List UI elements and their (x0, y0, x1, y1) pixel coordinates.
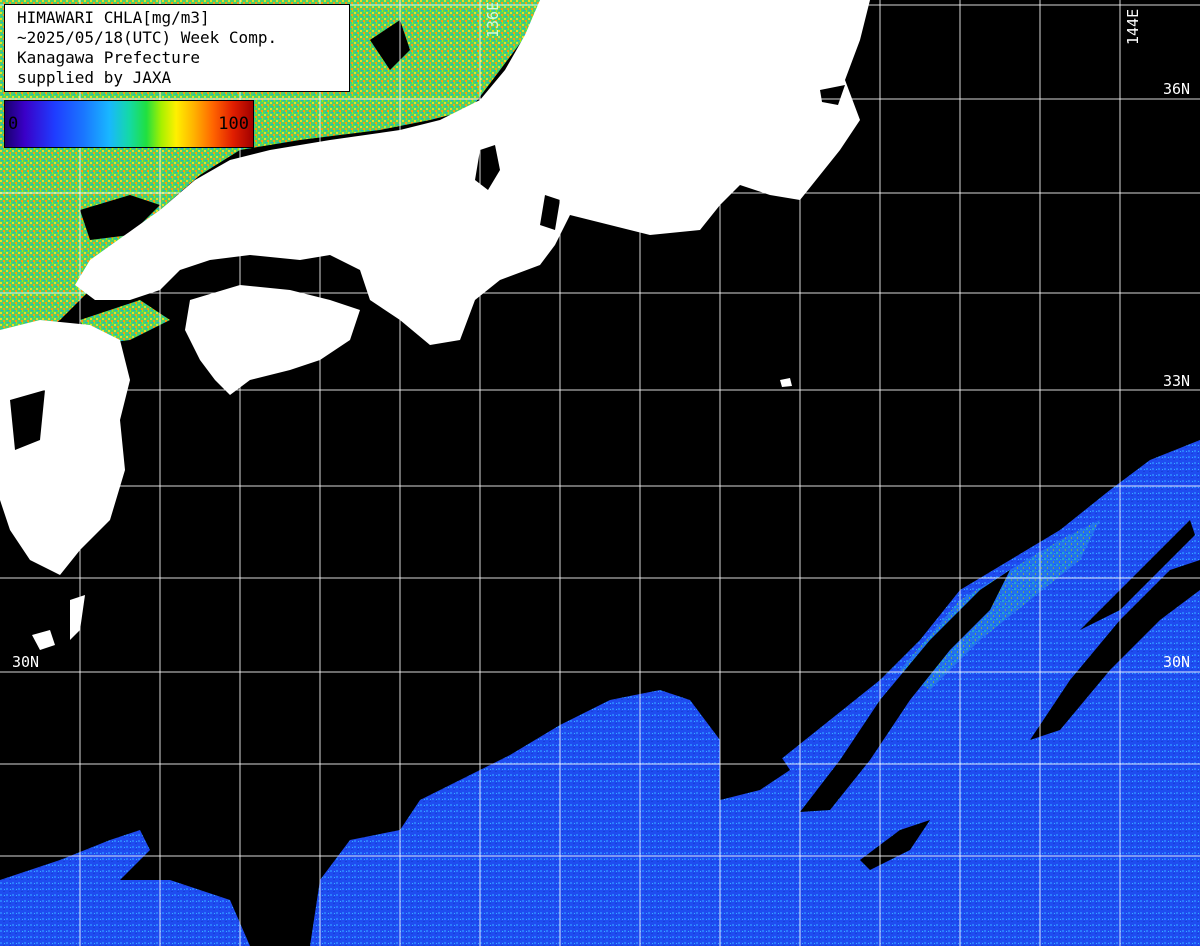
info-date: ~2025/05/18(UTC) Week Comp. (17, 28, 278, 47)
colorbar: 0 100 (4, 100, 254, 148)
lon-label-144e: 144E (1124, 8, 1142, 45)
lat-label-33-left: 33 (8, 372, 27, 390)
lat-label-30n-left: 30N (12, 653, 40, 671)
chlorophyll-map: HIMAWARI CHLA[mg/m3] ~2025/05/18(UTC) We… (0, 0, 1200, 946)
info-title: HIMAWARI CHLA[mg/m3] (17, 8, 210, 27)
colorbar-min-label: 0 (8, 114, 19, 134)
lat-label-36n: 36N (1163, 80, 1191, 98)
land-shikoku (185, 285, 360, 395)
info-box: HIMAWARI CHLA[mg/m3] ~2025/05/18(UTC) We… (4, 4, 350, 92)
land-tanegashima (70, 595, 85, 640)
land-yakushima (32, 630, 55, 650)
lat-label-33n: 33N (1163, 372, 1191, 390)
colorbar-max-label: 100 (218, 114, 249, 134)
lat-label-30n-right: 30N (1163, 653, 1191, 671)
ocean-data-south (0, 830, 250, 946)
lon-label-136e: 136E (484, 1, 502, 38)
info-region: Kanagawa Prefecture (17, 48, 201, 67)
land-small-island (780, 378, 792, 387)
info-supplier: supplied by JAXA (17, 68, 172, 87)
